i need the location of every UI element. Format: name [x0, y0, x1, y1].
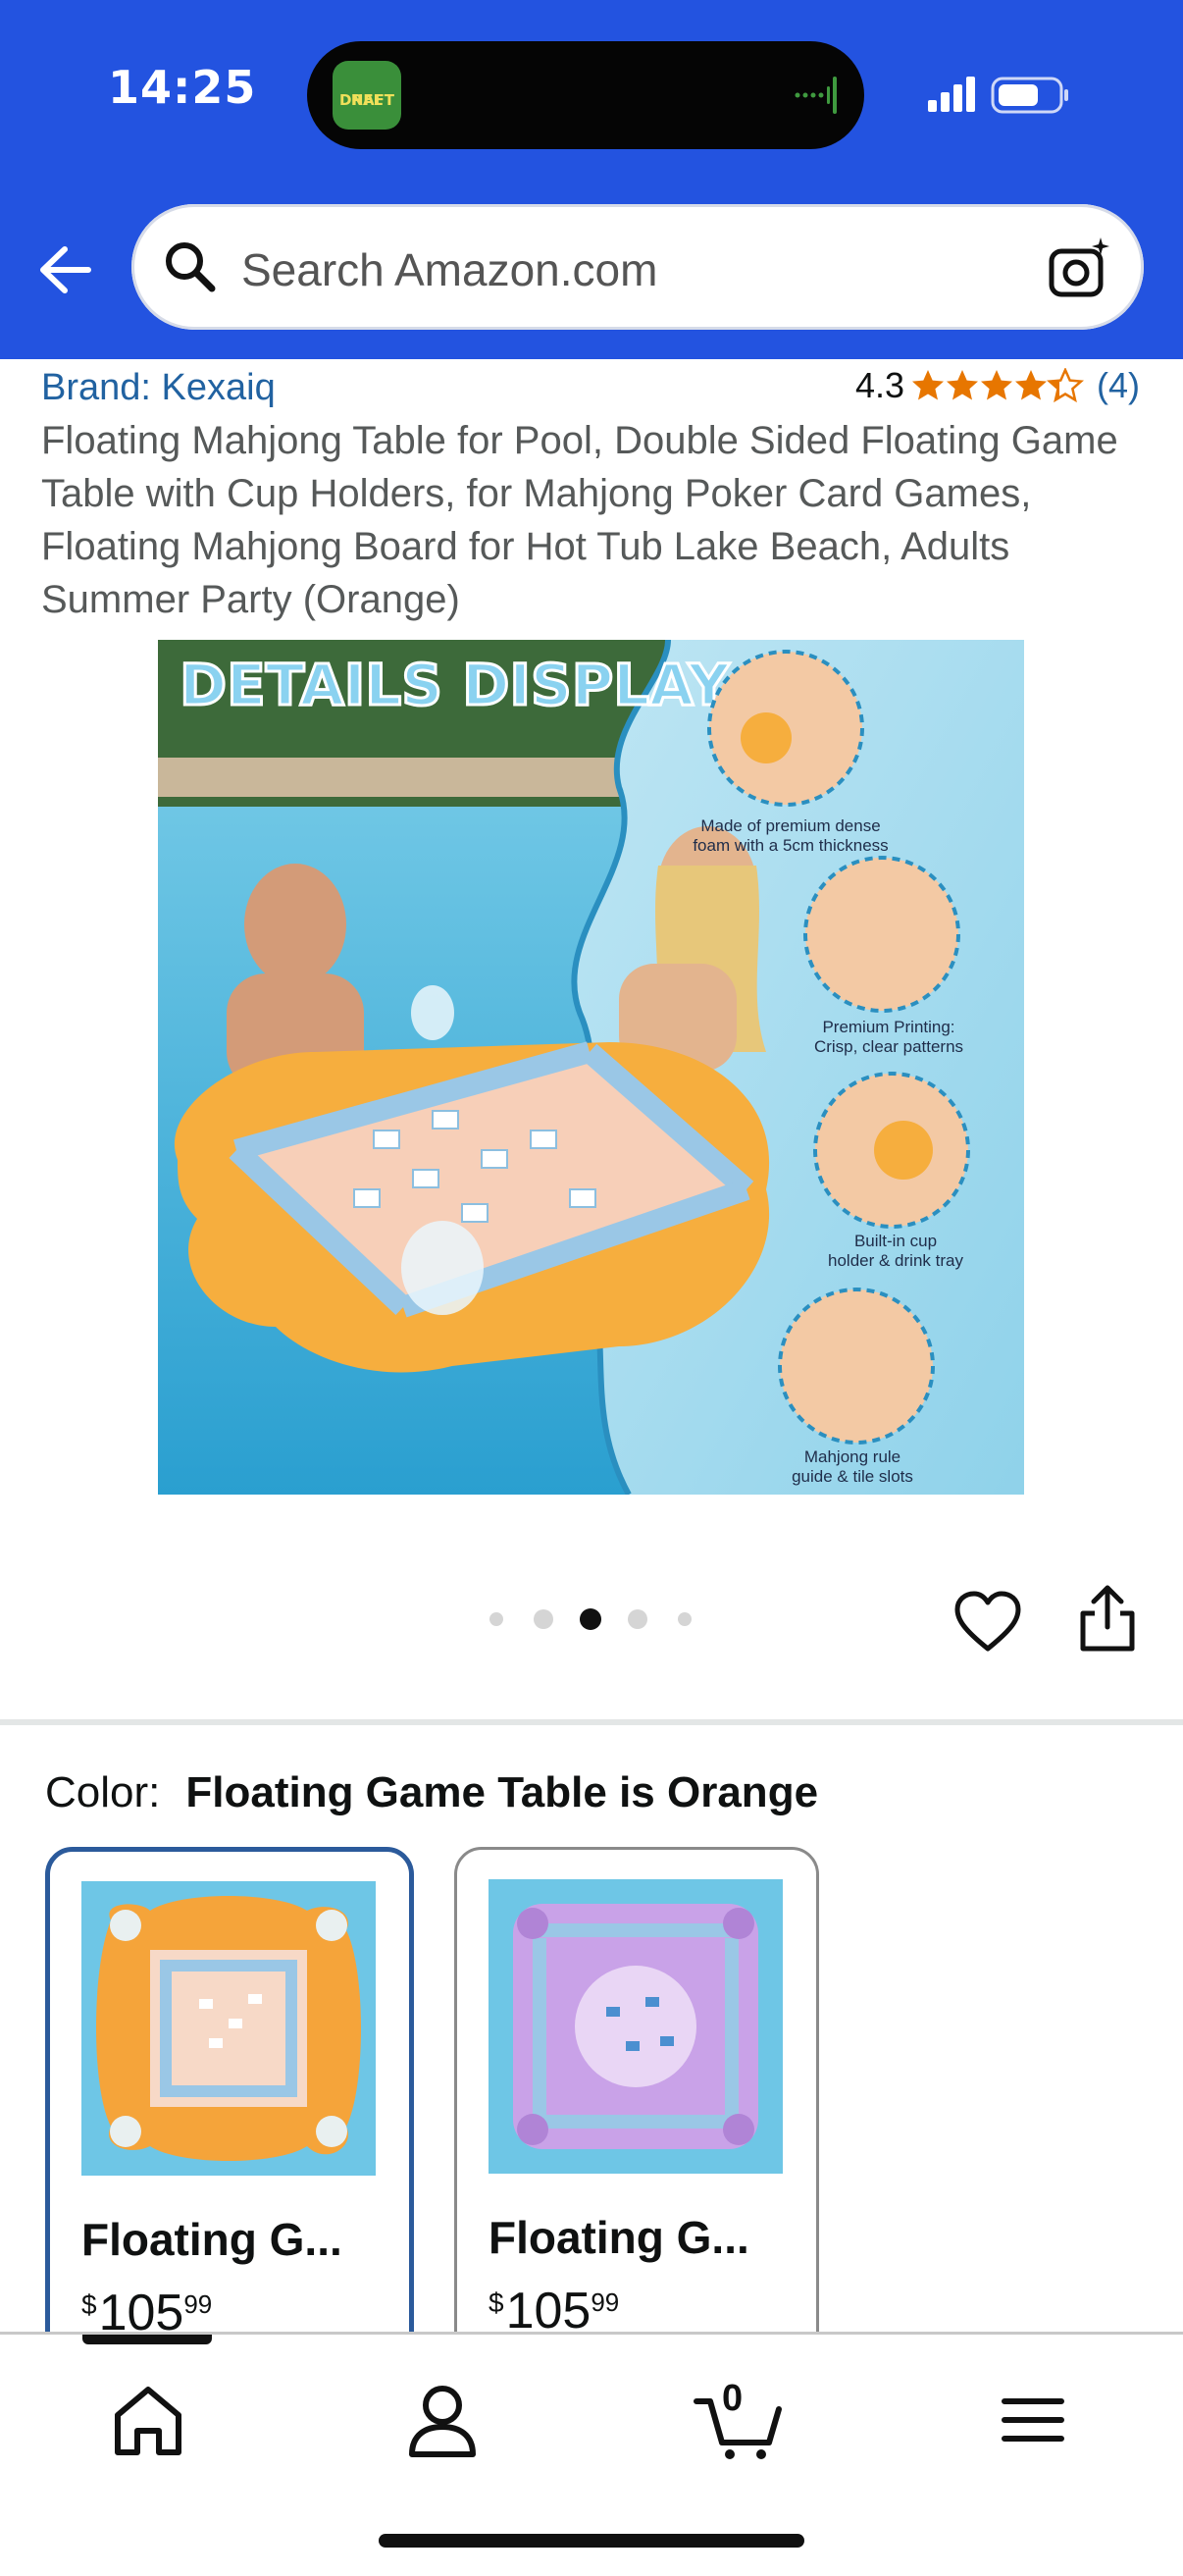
- color-label-text: Color:: [45, 1768, 161, 1816]
- cart-button[interactable]: 0: [693, 2376, 791, 2464]
- svg-text:holder & drink tray: holder & drink tray: [828, 1251, 963, 1270]
- svg-text:Built-in cup: Built-in cup: [854, 1232, 937, 1250]
- swatch-name: Floating G...: [81, 2214, 342, 2265]
- carousel-dot-2: [534, 1609, 553, 1629]
- battery-icon: [991, 77, 1068, 114]
- carousel-dot-4: [628, 1609, 647, 1629]
- star-rating-icon: [912, 368, 1083, 401]
- carousel-dot-1: [489, 1612, 503, 1626]
- svg-text:Mahjong rule: Mahjong rule: [804, 1447, 900, 1466]
- color-variation-label: Color: Floating Game Table is Orange: [45, 1768, 818, 1817]
- color-swatch-orange[interactable]: Floating G... $10599: [45, 1847, 414, 2367]
- product-title: Floating Mahjong Table for Pool, Double …: [41, 419, 1118, 621]
- image-carousel-dots[interactable]: [471, 1600, 706, 1639]
- swatch-image-orange: [81, 1881, 376, 2176]
- rating-summary[interactable]: 4.3 (4): [855, 365, 1140, 406]
- signal-icon: [928, 77, 975, 112]
- svg-text:DETAILS DISPLAY: DETAILS DISPLAY: [180, 652, 731, 718]
- share-icon[interactable]: [1077, 1582, 1138, 1655]
- heart-icon[interactable]: [953, 1590, 1022, 1655]
- search-bar[interactable]: Search Amazon.com: [131, 204, 1144, 330]
- header-bar: 14:25 NFL DRAFT Search Amazon.com: [0, 0, 1183, 359]
- svg-text:guide & tile slots: guide & tile slots: [792, 1467, 913, 1486]
- color-swatch-purple[interactable]: Floating G... $10599: [454, 1847, 819, 2363]
- section-divider: [0, 1719, 1183, 1725]
- home-indicator: [379, 2534, 804, 2548]
- swatch-name: Floating G...: [489, 2212, 749, 2263]
- carousel-dot-5: [678, 1612, 692, 1626]
- svg-text:Premium Printing:: Premium Printing:: [822, 1018, 954, 1036]
- search-input[interactable]: Search Amazon.com: [241, 243, 657, 296]
- product-image-art: DETAILS DISPLAY Made of premium dense fo…: [158, 640, 1024, 1495]
- dynamic-island[interactable]: NFL DRAFT: [307, 41, 864, 149]
- product-image[interactable]: DETAILS DISPLAY Made of premium dense fo…: [158, 640, 1024, 1495]
- rating-count: (4): [1097, 365, 1140, 405]
- carousel-dot-3: [580, 1608, 601, 1630]
- back-arrow-icon[interactable]: [35, 236, 94, 304]
- svg-text:Made of premium dense: Made of premium dense: [700, 816, 880, 835]
- menu-icon[interactable]: [989, 2376, 1077, 2464]
- home-icon[interactable]: [104, 2376, 192, 2464]
- account-icon[interactable]: [398, 2376, 487, 2464]
- audio-meter-icon: [795, 77, 837, 114]
- camera-search-icon[interactable]: [1046, 234, 1114, 302]
- brand-link[interactable]: Brand: Kexaiq: [41, 367, 276, 409]
- svg-text:Crisp, clear patterns: Crisp, clear patterns: [814, 1037, 963, 1056]
- svg-text:foam with a 5cm thickness: foam with a 5cm thickness: [693, 836, 888, 855]
- selected-color-value: Floating Game Table is Orange: [185, 1768, 819, 1816]
- search-icon: [166, 242, 216, 292]
- rating-value: 4.3: [854, 365, 904, 405]
- status-time: 14:25: [108, 61, 257, 114]
- live-activity-app-icon: NFL DRAFT: [333, 61, 401, 130]
- active-tab-indicator: [82, 2335, 212, 2344]
- status-indicators: [928, 77, 1068, 114]
- cart-count: 0: [722, 2378, 744, 2419]
- swatch-image-purple: [489, 1879, 783, 2174]
